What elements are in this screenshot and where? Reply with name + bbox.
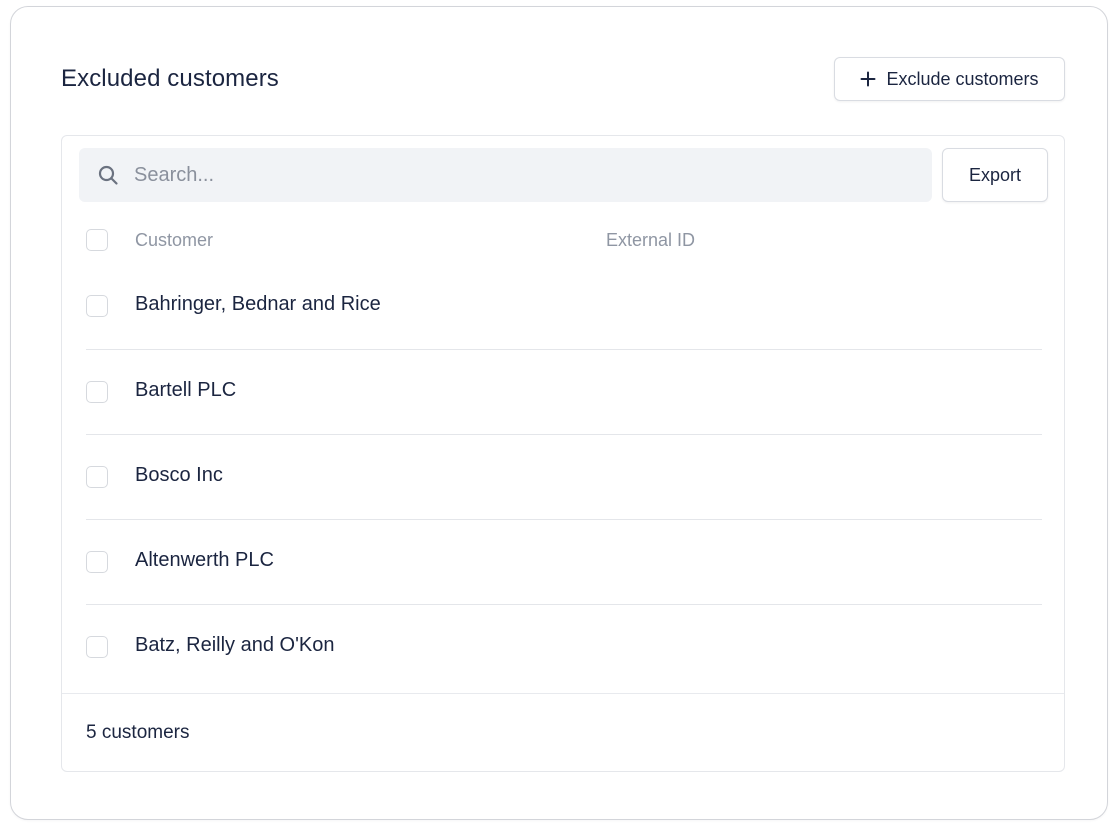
table-row[interactable]: Bartell PLC — [86, 350, 1042, 435]
card-header: Excluded customers Exclude customers — [61, 57, 1065, 101]
row-checkbox[interactable] — [86, 295, 108, 317]
search-icon — [97, 164, 119, 186]
table-body: Bahringer, Bednar and Rice Bartell PLC B… — [86, 264, 1042, 690]
row-checkbox[interactable] — [86, 466, 108, 488]
column-header-external-id: External ID — [606, 229, 696, 250]
plus-icon — [860, 71, 876, 87]
table-row[interactable]: Bosco Inc — [86, 435, 1042, 520]
customers-table-card: Export Customer External ID Bahringer, B… — [61, 135, 1065, 772]
export-button[interactable]: Export — [942, 148, 1048, 202]
table-row[interactable]: Batz, Reilly and O'Kon — [86, 605, 1042, 690]
customer-name: Batz, Reilly and O'Kon — [135, 634, 335, 656]
row-checkbox[interactable] — [86, 551, 108, 573]
search-input[interactable] — [134, 155, 914, 195]
search-bar[interactable] — [79, 148, 932, 202]
row-checkbox[interactable] — [86, 381, 108, 403]
customer-name: Bosco Inc — [135, 464, 223, 486]
table-row[interactable]: Bahringer, Bednar and Rice — [86, 264, 1042, 350]
customer-name: Altenwerth PLC — [135, 549, 274, 571]
table-header-row: Customer External ID — [86, 226, 1042, 254]
row-checkbox[interactable] — [86, 636, 108, 658]
column-header-customer: Customer — [135, 229, 214, 250]
table-row[interactable]: Altenwerth PLC — [86, 520, 1042, 605]
table-footer: 5 customers — [62, 693, 1064, 771]
excluded-customers-card: Excluded customers Exclude customers Exp… — [10, 6, 1108, 820]
customer-count: 5 customers — [86, 721, 190, 743]
customer-name: Bahringer, Bednar and Rice — [135, 293, 381, 315]
select-all-checkbox[interactable] — [86, 229, 108, 251]
exclude-customers-label: Exclude customers — [886, 68, 1039, 89]
exclude-customers-button[interactable]: Exclude customers — [834, 57, 1065, 101]
customer-name: Bartell PLC — [135, 379, 237, 401]
page-title: Excluded customers — [61, 65, 279, 92]
